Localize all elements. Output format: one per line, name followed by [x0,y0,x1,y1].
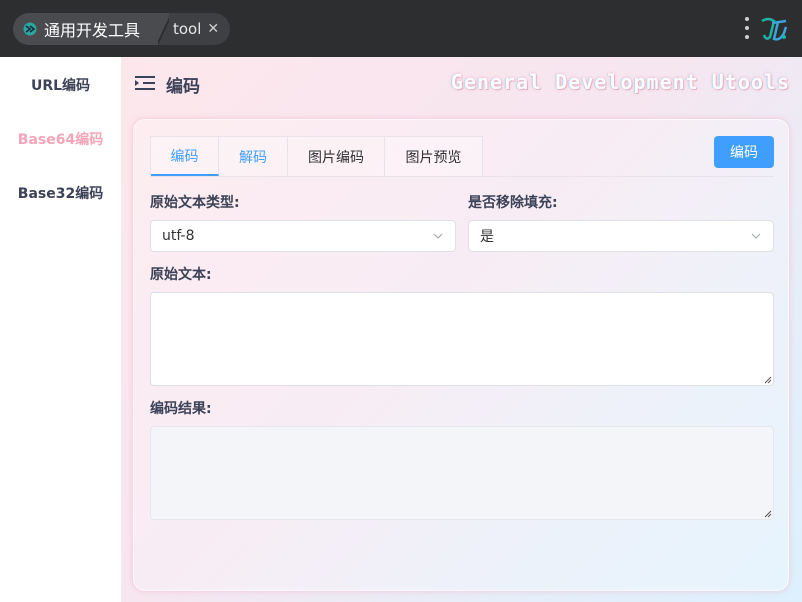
encoding-select[interactable]: utf-8 [150,220,456,252]
tab-encode[interactable]: 编码 [151,137,219,176]
banner-title: General Development Utools [450,70,790,94]
encoding-label: 原始文本类型: [150,195,240,211]
sidebar-item-url[interactable]: URL编码 [0,75,121,95]
padding-value: 是 [480,229,494,245]
app-tab[interactable]: 通用开发工具 tool ✕ [13,13,230,45]
encode-button[interactable]: 编码 [714,136,774,168]
page-title: 编码 [166,77,200,97]
chevron-down-icon [751,233,761,239]
tab-bar: 编码 解码 图片编码 图片预览 [150,136,483,176]
source-textarea[interactable] [150,292,774,386]
result-label: 编码结果: [150,401,212,417]
tab-image-preview[interactable]: 图片预览 [385,137,482,176]
sidebar: URL编码 Base64编码 Base32编码 [0,57,121,602]
source-text-label: 原始文本: [150,267,212,283]
app-title: 通用开发工具 [44,21,141,40]
sub-tab-label: tool [173,20,202,38]
more-vert-icon[interactable] [744,17,750,39]
menu-fold-icon[interactable] [135,75,155,91]
page-header: 编码 General Development Utools [121,57,802,109]
result-textarea[interactable] [150,426,774,520]
sub-tab-tool[interactable]: tool ✕ [169,13,230,45]
chevron-down-icon [433,233,443,239]
sidebar-item-base64[interactable]: Base64编码 [0,129,121,149]
tab-decode[interactable]: 解码 [219,137,288,176]
tab-image-encode[interactable]: 图片编码 [288,137,385,176]
resize-handle-icon[interactable] [764,510,772,518]
brand-logo-icon [761,17,788,41]
tab-divider [150,176,774,177]
main-panel: 编码 General Development Utools 编码 解码 图片编码… [121,57,802,602]
encoding-value: utf-8 [162,228,195,244]
padding-label: 是否移除填充: [468,195,558,211]
padding-select[interactable]: 是 [468,220,774,252]
sidebar-item-base32[interactable]: Base32编码 [0,183,121,203]
content-card: 编码 解码 图片编码 图片预览 编码 原始文本类型: utf-8 是否移除填充:… [133,119,789,591]
title-bar: 通用开发工具 tool ✕ [0,0,802,57]
app-tab-main[interactable]: 通用开发工具 [13,13,163,45]
app-logo-icon [23,22,37,36]
close-icon[interactable]: ✕ [207,22,219,36]
resize-handle-icon[interactable] [764,376,772,384]
